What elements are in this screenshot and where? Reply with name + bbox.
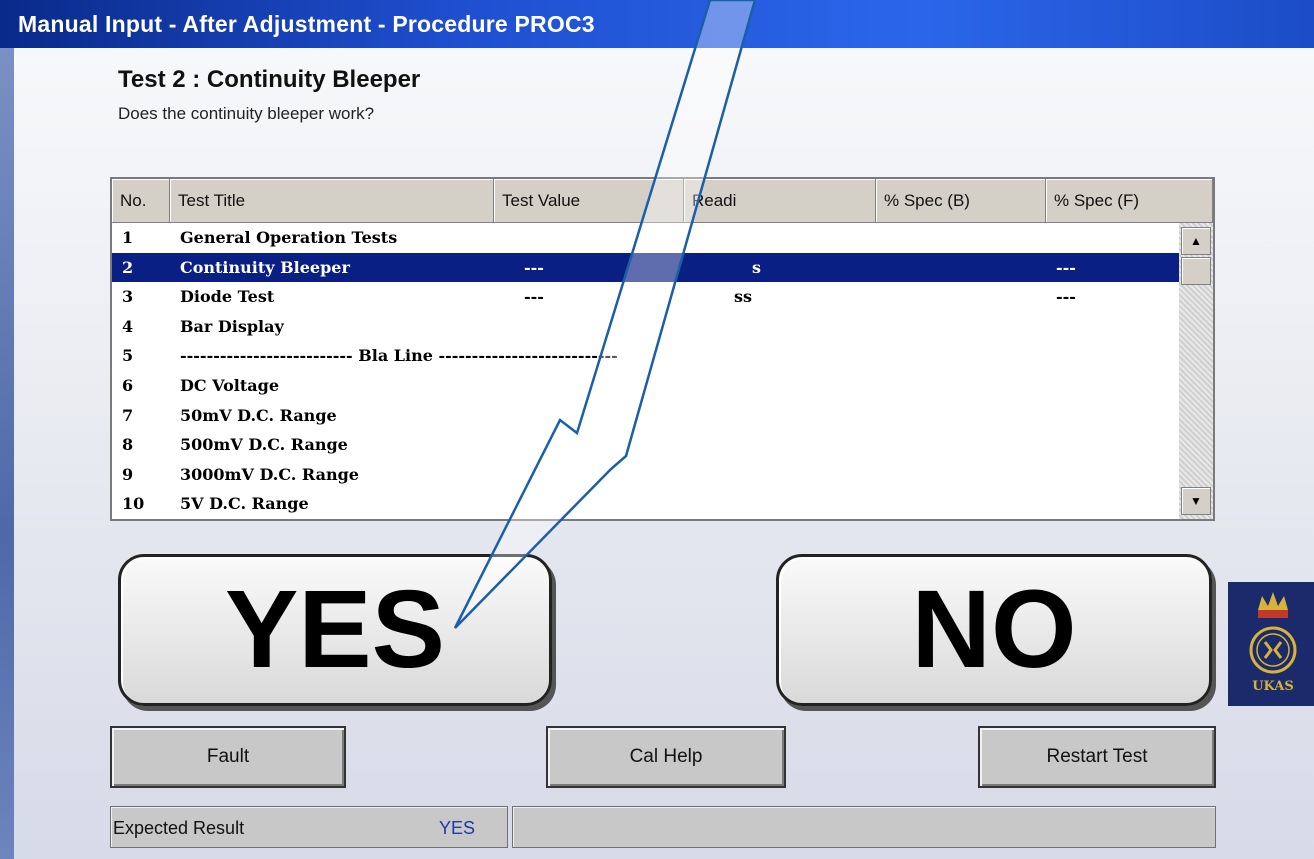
expected-result-label: Expected Result — [113, 818, 245, 838]
row-title: 50mV D.C. Range — [180, 405, 337, 425]
column-header-spec-b[interactable]: % Spec (B) — [876, 179, 1046, 223]
row-title: -------------------------- Bla Line ----… — [180, 346, 618, 366]
row-number: 9 — [122, 464, 134, 484]
table-row[interactable]: 10 5V D.C. Range — [112, 489, 1179, 519]
row-number: 7 — [122, 405, 134, 425]
row-spec-f: --- — [1056, 257, 1076, 277]
row-test-value: --- — [524, 257, 544, 277]
scroll-thumb[interactable] — [1181, 257, 1211, 285]
row-title: 5V D.C. Range — [180, 494, 309, 514]
row-title: Diode Test — [180, 287, 275, 307]
row-number: 3 — [122, 287, 134, 307]
row-title: Continuity Bleeper — [180, 257, 350, 277]
column-header-reading[interactable]: Readi — [684, 179, 876, 223]
ukas-crown-logo: UKAS — [1228, 582, 1314, 706]
row-number: 1 — [122, 228, 134, 247]
yes-button[interactable]: YES — [118, 554, 552, 706]
table-row[interactable]: 6 DC Voltage — [112, 371, 1179, 401]
row-test-value: --- — [524, 287, 544, 307]
table-row[interactable]: 3 Diode Test --- ss --- — [112, 282, 1179, 312]
column-header-test-title[interactable]: Test Title — [170, 179, 494, 223]
no-button[interactable]: NO — [776, 554, 1212, 706]
table-row[interactable]: 7 50mV D.C. Range — [112, 401, 1179, 431]
row-number: 2 — [122, 257, 134, 277]
column-header-test-value[interactable]: Test Value — [494, 179, 684, 223]
grid-header: No. Test Title Test Value Readi % Spec (… — [112, 179, 1213, 223]
expected-result-value: YES — [439, 818, 476, 838]
window-title: Manual Input - After Adjustment - Proced… — [0, 0, 1314, 48]
row-title: General Operation Tests — [180, 228, 398, 247]
table-row[interactable]: 5 -------------------------- Bla Line --… — [112, 341, 1179, 371]
grid-vertical-scrollbar[interactable]: ▲ ▼ — [1179, 223, 1213, 519]
row-spec-f: --- — [1056, 287, 1076, 307]
test-question: Does the continuity bleeper work? — [118, 104, 375, 123]
fault-button[interactable]: Fault — [110, 726, 346, 788]
row-number: 5 — [122, 346, 134, 366]
ukas-logo-graphic: UKAS — [1228, 582, 1314, 706]
table-row-selected[interactable]: 2 Continuity Bleeper --- s --- — [112, 252, 1179, 283]
row-number: 6 — [122, 375, 134, 395]
row-number: 4 — [122, 316, 134, 336]
table-row[interactable]: 8 500mV D.C. Range — [112, 430, 1179, 460]
row-title: 3000mV D.C. Range — [180, 464, 359, 484]
restart-test-button[interactable]: Restart Test — [978, 726, 1216, 788]
test-title: Test 2 : Continuity Bleeper — [118, 66, 421, 93]
row-reading: s — [752, 257, 762, 277]
table-row[interactable]: 9 3000mV D.C. Range — [112, 460, 1179, 490]
window-left-edge — [0, 48, 14, 859]
scroll-down-arrow-icon[interactable]: ▼ — [1181, 487, 1211, 515]
cal-help-button[interactable]: Cal Help — [546, 726, 786, 788]
row-reading: ss — [734, 287, 753, 307]
column-header-spec-f[interactable]: % Spec (F) — [1046, 179, 1213, 223]
row-title: Bar Display — [180, 316, 284, 336]
ukas-logo-text: UKAS — [1252, 679, 1294, 694]
grid-rows: 1 General Operation Tests 2 Continuity B… — [112, 223, 1179, 519]
row-number: 10 — [122, 494, 145, 514]
row-title: 500mV D.C. Range — [180, 435, 348, 455]
column-header-no[interactable]: No. — [112, 179, 170, 223]
row-number: 8 — [122, 435, 134, 455]
scroll-up-arrow-icon[interactable]: ▲ — [1181, 227, 1211, 255]
test-list-grid[interactable]: No. Test Title Test Value Readi % Spec (… — [110, 177, 1215, 521]
status-message-panel — [512, 806, 1216, 848]
table-row[interactable]: 4 Bar Display — [112, 312, 1179, 342]
row-title: DC Voltage — [180, 375, 279, 395]
table-row[interactable]: 1 General Operation Tests — [112, 223, 1179, 253]
expected-result-panel: Expected Result YES — [110, 806, 508, 848]
